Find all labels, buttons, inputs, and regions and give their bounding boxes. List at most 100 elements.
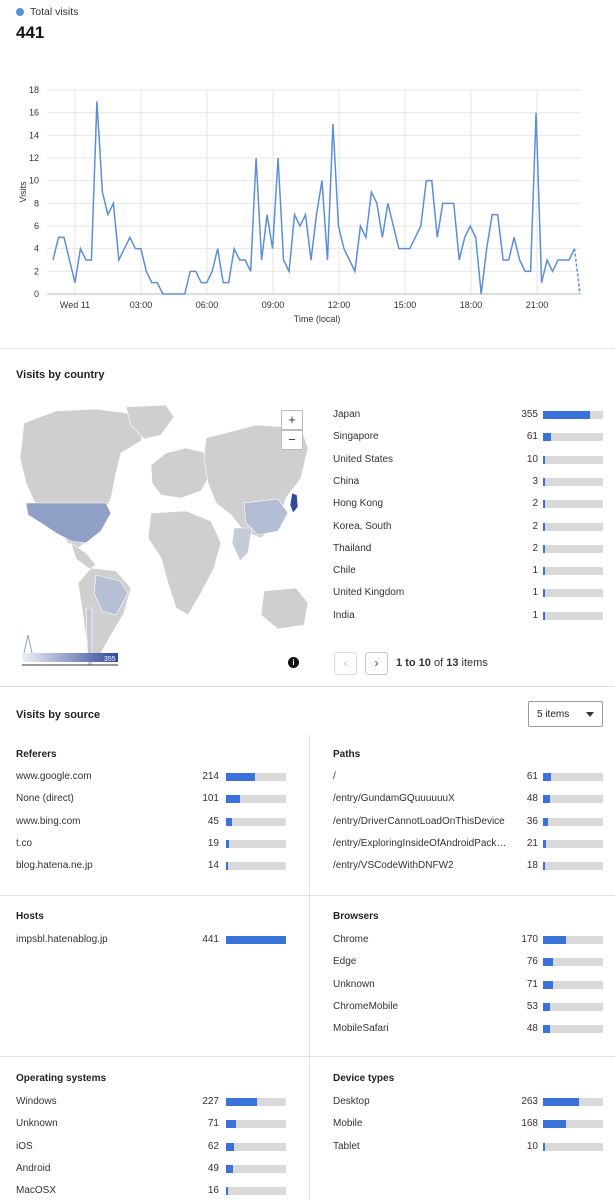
country-row-bar	[543, 544, 603, 553]
referer-row-label: t.co	[16, 837, 33, 849]
country-row-bar	[543, 433, 603, 442]
country-row-bar-fill	[543, 411, 590, 419]
browser-row-bar	[543, 980, 603, 989]
browser-row-label: MobileSafari	[333, 1023, 389, 1035]
path-row-label: /	[333, 771, 336, 782]
y-tick-label: 4	[34, 244, 39, 254]
browser-row-value: 170	[521, 934, 538, 945]
os-row-bar-fill	[226, 1187, 229, 1196]
referer-row-value: 214	[202, 771, 219, 782]
browser-row-bar-fill	[543, 980, 553, 989]
pager-next-button[interactable]: ›	[365, 652, 388, 675]
source-section-title: Visits by source	[16, 709, 101, 721]
os-title: Operating systems	[16, 1073, 107, 1084]
country-row-value: 10	[526, 453, 538, 465]
map-zoom-out-button[interactable]: −	[281, 430, 303, 450]
browser-row-label: ChromeMobile	[333, 1000, 399, 1012]
device-row-label: Mobile	[333, 1118, 363, 1130]
browser-row-label: Edge	[333, 956, 357, 968]
paths-title: Paths	[333, 749, 361, 760]
x-tick-label: 18:00	[460, 300, 483, 310]
browser-row-label: Chrome	[333, 934, 369, 945]
os-row-bar	[226, 1120, 286, 1129]
browser-row-bar-fill	[543, 958, 554, 967]
os-row-bar-fill	[226, 1098, 258, 1106]
country-section-title: Visits by country	[16, 369, 105, 381]
y-tick-label: 0	[34, 289, 39, 299]
pager-of-word: of	[433, 657, 444, 669]
path-row-bar-fill	[543, 773, 552, 781]
country-row-label: Singapore	[333, 431, 379, 443]
country-row-label: Hong Kong	[333, 498, 384, 510]
items-count-value: 5 items	[537, 709, 570, 720]
country-row-bar-fill	[543, 544, 545, 553]
country-row-label: Chile	[333, 565, 356, 577]
world-map[interactable]	[16, 403, 308, 673]
path-row-value: 21	[526, 837, 538, 849]
referer-row-bar-fill	[226, 773, 256, 781]
os-row-bar	[226, 1164, 286, 1173]
browser-row-value: 71	[526, 978, 538, 990]
country-row-bar-fill	[543, 567, 545, 576]
device-row-bar	[543, 1098, 603, 1106]
referer-row-value: 19	[207, 837, 219, 849]
country-row-label: India	[333, 609, 355, 621]
path-row-bar	[543, 839, 603, 848]
x-tick-label: 03:00	[130, 300, 153, 310]
browser-row-value: 48	[526, 1023, 538, 1035]
browser-row-bar-fill	[543, 1002, 551, 1011]
browser-row-bar-fill	[543, 936, 567, 944]
path-row-bar-fill	[543, 817, 549, 826]
referer-row-value: 101	[202, 793, 219, 805]
map-africa	[147, 510, 222, 616]
x-tick-label: 09:00	[262, 300, 285, 310]
device-row-bar-fill	[543, 1142, 545, 1151]
x-tick-label: 21:00	[526, 300, 549, 310]
referer-row-bar	[226, 862, 286, 871]
referer-row-value: 14	[207, 860, 219, 872]
os-row-value: 49	[207, 1162, 219, 1174]
x-tick-label: Wed 11	[60, 300, 90, 310]
path-row-bar	[543, 862, 603, 871]
x-tick-label: 12:00	[328, 300, 351, 310]
total-visits-value: 441	[16, 23, 45, 42]
host-row-value: 441	[202, 934, 219, 945]
items-count-select[interactable]: 5 items	[528, 701, 603, 727]
country-row-bar	[543, 589, 603, 598]
referer-row-label: blog.hatena.ne.jp	[16, 860, 93, 872]
browser-row-bar	[543, 1025, 603, 1034]
devices-title: Device types	[333, 1073, 395, 1084]
path-row-bar	[543, 795, 603, 804]
country-row-bar-fill	[543, 500, 545, 509]
map-india	[231, 527, 253, 562]
referer-row-label: None (direct)	[16, 793, 74, 805]
info-icon[interactable]: i	[288, 657, 299, 668]
country-row-bar	[543, 567, 603, 576]
country-row-value: 61	[526, 431, 538, 443]
country-row-bar	[543, 611, 603, 620]
x-axis-label: Time (local)	[294, 314, 341, 324]
chevron-down-icon	[586, 712, 594, 717]
map-zoom-in-button[interactable]: +	[281, 410, 303, 430]
path-row-bar	[543, 817, 603, 826]
country-row-bar	[543, 455, 603, 464]
y-tick-label: 6	[34, 221, 39, 231]
country-row-bar-fill	[543, 433, 551, 442]
map-australia	[260, 587, 308, 630]
device-row-value: 263	[521, 1096, 538, 1107]
referer-row-bar-fill	[226, 795, 240, 804]
pager-from: 1	[396, 657, 403, 669]
pager-prev-button[interactable]: ‹	[334, 652, 357, 675]
os-row-value: 71	[207, 1118, 219, 1130]
path-row-value: 48	[526, 793, 538, 805]
path-row-bar-fill	[543, 795, 550, 804]
pager-total: 13	[446, 657, 459, 669]
browser-row-bar	[543, 936, 603, 944]
visits-line-chart: 0 2 4 6 8 10 12 14 16 18 Wed 11 03:00 06:00 09:00 12:0…	[18, 85, 581, 324]
map-united-states	[25, 502, 112, 544]
y-tick-label: 2	[34, 266, 39, 276]
os-row-value: 16	[207, 1185, 219, 1197]
country-row-value: 1	[532, 565, 538, 577]
country-row-label: Korea, South	[333, 520, 392, 532]
country-row-value: 2	[532, 520, 538, 532]
